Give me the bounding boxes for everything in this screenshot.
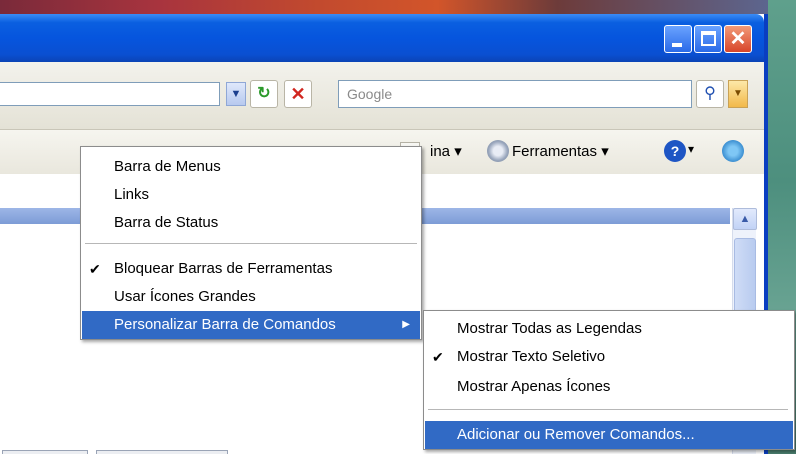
search-options-button[interactable]: ▼ — [728, 80, 748, 108]
address-input[interactable] — [0, 82, 220, 106]
maximize-button[interactable] — [694, 25, 722, 53]
menu-item-label: Mostrar Todas as Legendas — [457, 320, 642, 337]
menu-item-label: Mostrar Texto Seletivo — [457, 348, 606, 365]
menu-item-show-icons-only[interactable]: Mostrar Apenas Ícones — [425, 373, 793, 401]
close-icon: ✕ — [729, 28, 747, 50]
taskbar-button[interactable] — [96, 450, 228, 454]
customize-command-bar-submenu: Mostrar Todas as Legendas ✔ Mostrar Text… — [423, 310, 795, 450]
menu-item-label: Barra de Menus — [114, 158, 221, 175]
scroll-up-button[interactable]: ▲ — [733, 208, 757, 230]
menu-item-label: Mostrar Apenas Ícones — [457, 378, 611, 395]
menu-item-large-icons[interactable]: Usar Ícones Grandes — [82, 283, 420, 311]
tools-menu-label: Ferramentas — [512, 143, 598, 160]
stop-button[interactable]: ✕ — [284, 80, 312, 108]
search-placeholder: Google — [347, 86, 393, 102]
refresh-icon: ↻ — [257, 85, 271, 102]
taskbar-button[interactable] — [2, 450, 88, 454]
tools-menu-button[interactable]: Ferramentas ▾ — [512, 142, 609, 160]
title-bar[interactable]: ✕ — [0, 14, 764, 62]
menu-item-label: Personalizar Barra de Comandos — [114, 316, 336, 333]
menu-item-menu-bar[interactable]: Barra de Menus — [82, 153, 420, 181]
page-menu-label: ina — [430, 143, 451, 160]
page-menu-button[interactable]: ina ▾ — [430, 142, 462, 160]
menu-item-label: Adicionar ou Remover Comandos... — [457, 426, 695, 443]
chevron-down-icon: ▾ — [601, 143, 609, 160]
close-button[interactable]: ✕ — [724, 25, 752, 53]
menu-item-label: Bloquear Barras de Ferramentas — [114, 260, 333, 277]
address-bar: ▼ ↻ ✕ Google ⚲ ▼ — [0, 62, 764, 130]
minimize-icon — [672, 43, 682, 47]
magnifier-icon: ⚲ — [704, 85, 716, 102]
search-button[interactable]: ⚲ — [696, 80, 724, 108]
toolbar-context-menu: Barra de Menus Links Barra de Status ✔ B… — [80, 146, 422, 340]
menu-item-label: Links — [114, 186, 150, 203]
menu-separator — [85, 243, 417, 244]
menu-item-label: Usar Ícones Grandes — [114, 288, 256, 305]
help-dropdown-button[interactable]: ▾ — [688, 142, 694, 156]
menu-item-add-remove-commands[interactable]: Adicionar ou Remover Comandos... — [425, 421, 793, 449]
menu-item-lock-toolbars[interactable]: ✔ Bloquear Barras de Ferramentas — [82, 255, 420, 283]
address-dropdown-button[interactable]: ▼ — [226, 82, 246, 106]
stop-icon: ✕ — [290, 84, 306, 104]
menu-item-show-all-labels[interactable]: Mostrar Todas as Legendas — [425, 315, 793, 343]
minimize-button[interactable] — [664, 25, 692, 53]
menu-separator — [428, 409, 788, 410]
menu-item-show-selective-text[interactable]: ✔ Mostrar Texto Seletivo — [425, 343, 793, 371]
menu-item-label: Barra de Status — [114, 214, 219, 231]
menu-item-links[interactable]: Links — [82, 181, 420, 209]
checkmark-icon: ✔ — [89, 261, 101, 277]
maximize-icon — [701, 31, 716, 46]
menu-item-customize-command-bar[interactable]: Personalizar Barra de Comandos ▶ — [82, 311, 420, 339]
submenu-arrow-icon: ▶ — [402, 319, 410, 330]
help-icon[interactable]: ? — [664, 140, 686, 162]
search-input[interactable]: Google — [338, 80, 692, 108]
chevron-down-icon: ▾ — [454, 143, 462, 160]
checkmark-icon: ✔ — [432, 349, 444, 365]
gear-icon[interactable] — [487, 140, 509, 162]
refresh-button[interactable]: ↻ — [250, 80, 278, 108]
menu-item-status-bar[interactable]: Barra de Status — [82, 209, 420, 237]
research-icon[interactable] — [722, 140, 744, 162]
